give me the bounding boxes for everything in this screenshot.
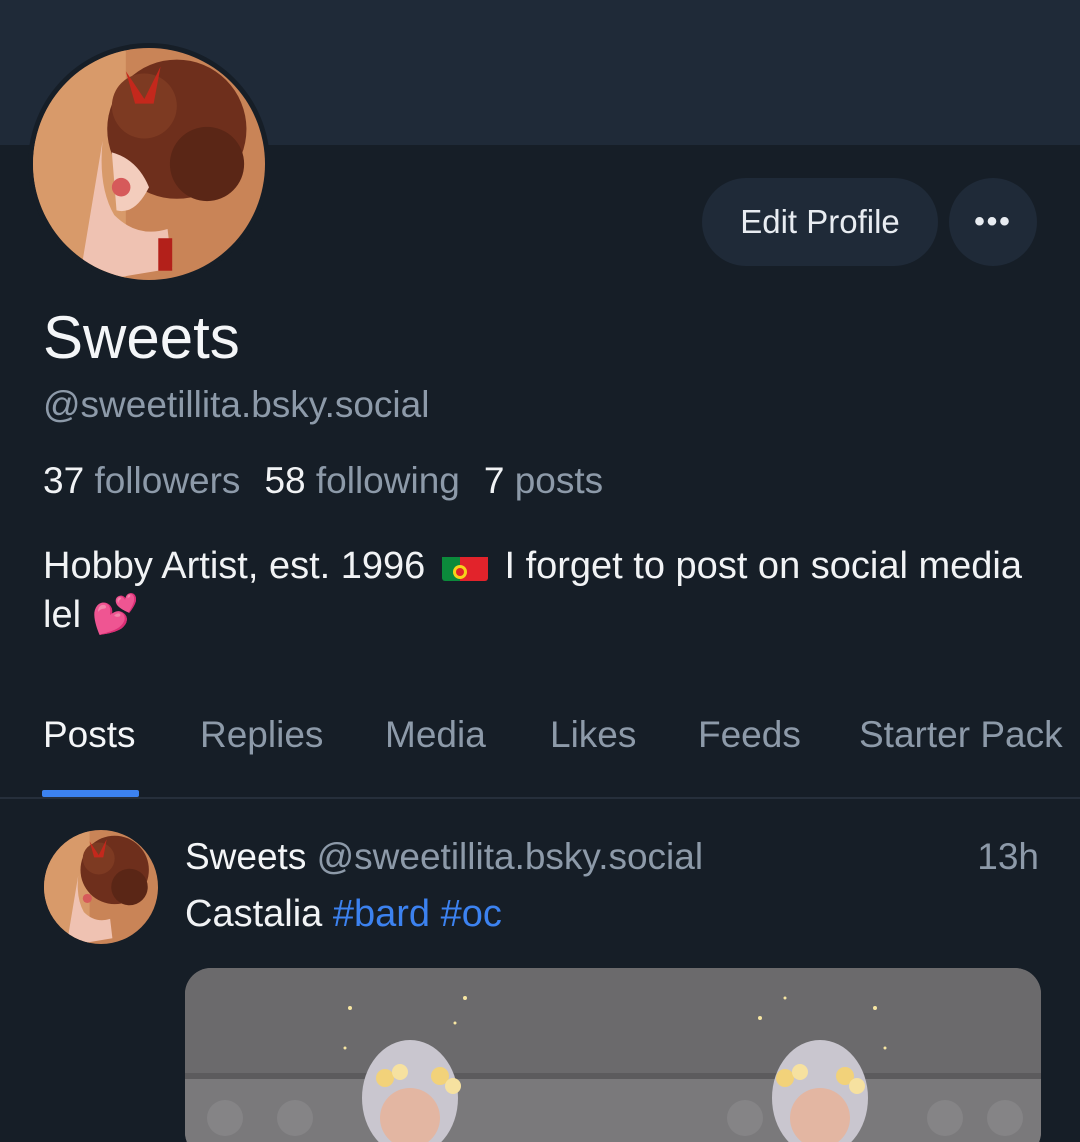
tab-posts-label: Posts — [43, 714, 136, 755]
avatar-portrait-image — [33, 48, 265, 280]
tab-media-label: Media — [385, 714, 486, 755]
followers-label: followers — [94, 460, 241, 501]
profile-bio: Hobby Artist, est. 1996 I forget to post… — [43, 542, 1043, 640]
bio-text-part1: Hobby Artist, est. 1996 — [43, 545, 426, 587]
tab-starter-pack-label: Starter Pack — [859, 714, 1063, 755]
profile-avatar[interactable] — [28, 43, 270, 285]
artwork-image — [185, 968, 1041, 1142]
hashtag-link[interactable]: #bard — [333, 893, 430, 935]
edit-profile-button[interactable]: Edit Profile — [702, 178, 938, 266]
tab-likes[interactable]: Likes — [550, 714, 636, 797]
active-tab-indicator — [42, 790, 139, 797]
tab-replies[interactable]: Replies — [200, 714, 323, 797]
tab-media[interactable]: Media — [385, 714, 486, 797]
ellipsis-icon: ••• — [974, 205, 1012, 238]
posts-count: 7 — [483, 460, 505, 501]
post-header: Sweets @sweetillita.bsky.social — [185, 836, 703, 878]
portugal-flag-icon — [441, 551, 488, 581]
tab-likes-label: Likes — [550, 714, 637, 755]
followers-stat[interactable]: 37 followers — [43, 460, 240, 502]
following-count: 58 — [264, 460, 306, 501]
profile-handle: @sweetillita.bsky.social — [43, 384, 430, 425]
tab-replies-label: Replies — [200, 714, 324, 755]
posts-stat: 7 posts — [484, 460, 603, 502]
post-author-handle[interactable]: @sweetillita.bsky.social — [317, 836, 703, 877]
post-body-text: Castalia — [185, 893, 323, 935]
profile-display-name: Sweets — [43, 304, 240, 371]
post-image[interactable] — [185, 968, 1041, 1142]
hashtag-link[interactable]: #oc — [441, 893, 502, 935]
post-author-name[interactable]: Sweets — [185, 836, 306, 877]
post-text: Castalia #bard #oc — [185, 893, 502, 936]
following-stat[interactable]: 58 following — [264, 460, 459, 502]
avatar-portrait-image — [44, 830, 158, 944]
profile-tabs: Posts Replies Media Likes Feeds Starter … — [0, 714, 1080, 799]
followers-count: 37 — [43, 460, 85, 501]
tab-posts[interactable]: Posts — [42, 714, 139, 797]
following-label: following — [315, 460, 460, 501]
more-options-button[interactable]: ••• — [949, 178, 1037, 266]
tab-feeds[interactable]: Feeds — [698, 714, 801, 797]
post-author-avatar[interactable] — [44, 830, 158, 944]
profile-stats: 37 followers 58 following 7 posts — [43, 460, 603, 502]
post-timestamp[interactable]: 13h — [977, 836, 1039, 878]
tab-starter-pack[interactable]: Starter Pack — [859, 714, 1063, 797]
two-hearts-icon: 💕 — [91, 594, 139, 636]
tab-feeds-label: Feeds — [698, 714, 801, 755]
posts-label: posts — [514, 460, 604, 501]
